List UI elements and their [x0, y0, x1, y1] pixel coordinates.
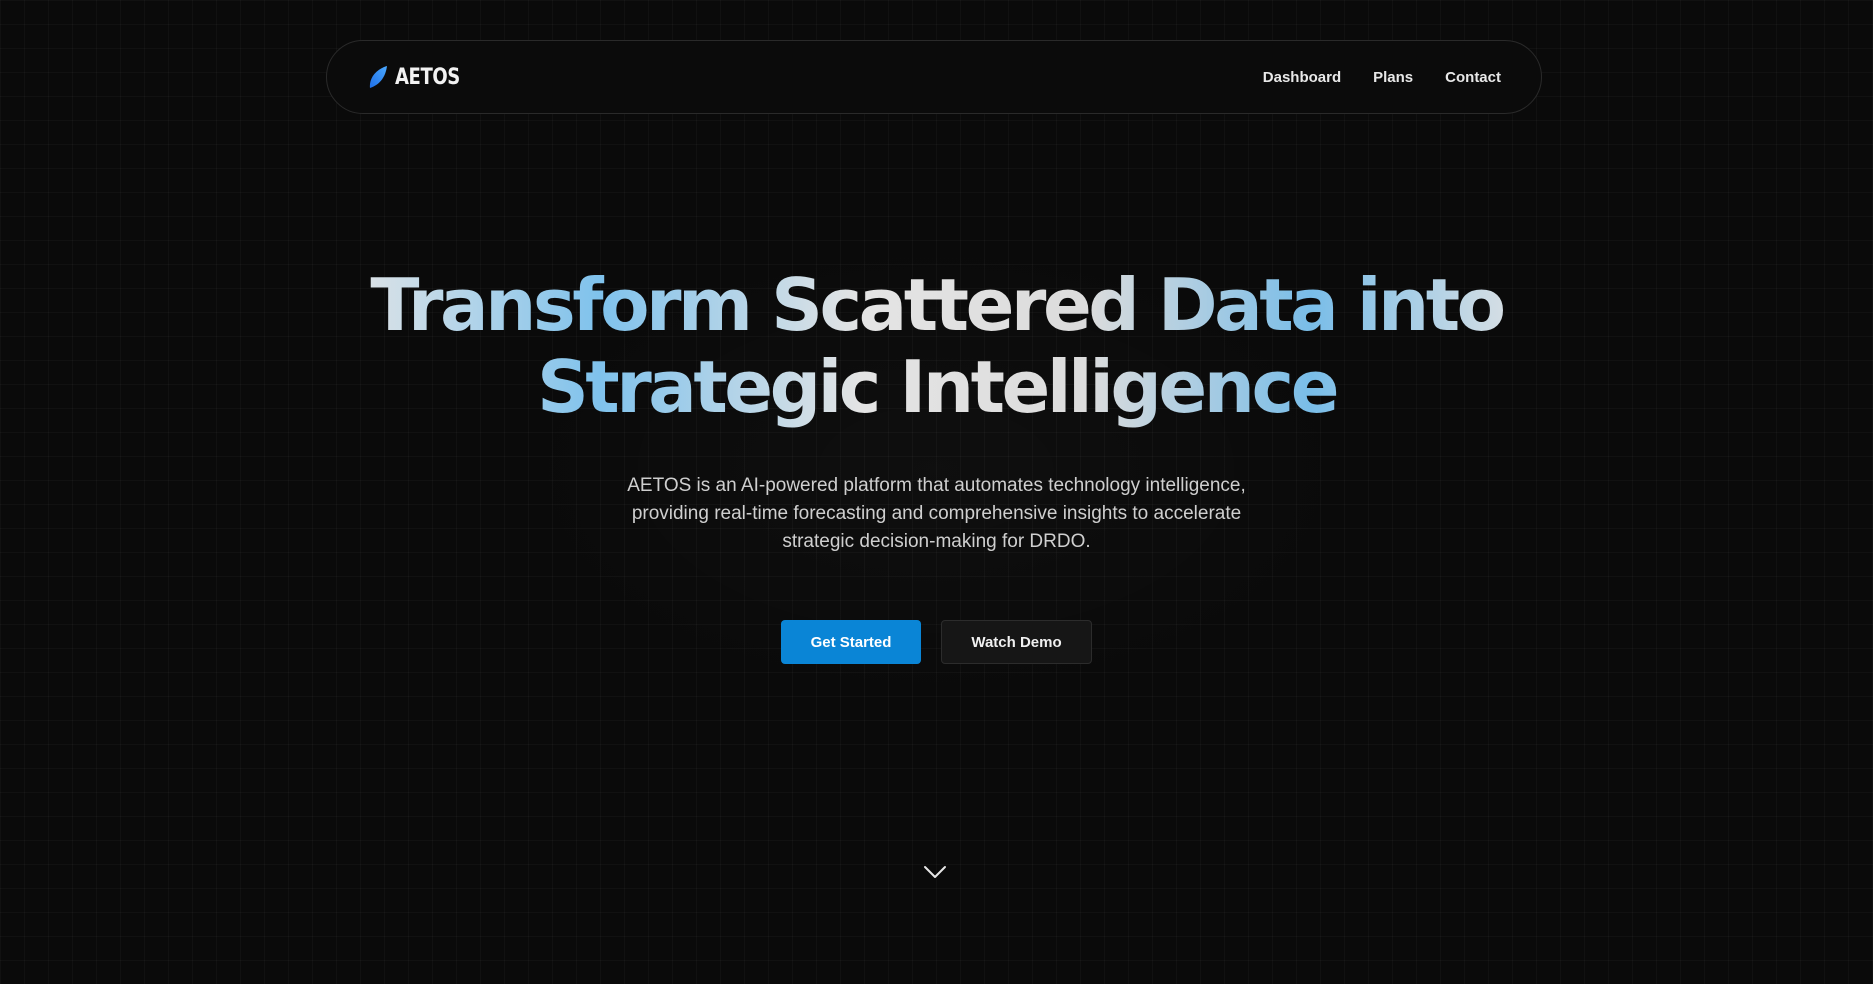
- scroll-down-button[interactable]: [922, 862, 948, 882]
- hero-title-word: Scattered: [771, 263, 1137, 347]
- watch-demo-button[interactable]: Watch Demo: [941, 620, 1092, 664]
- hero-title-line-1: Transform Scattered Data into: [0, 264, 1873, 346]
- cta-row: Get Started Watch Demo: [0, 620, 1873, 664]
- chevron-down-icon: [924, 866, 946, 878]
- hero-title-word: into: [1356, 263, 1503, 347]
- brand-name: AETOS: [395, 64, 460, 90]
- hero-subtitle: AETOS is an AI-powered platform that aut…: [627, 475, 1246, 552]
- top-navbar: AETOS Dashboard Plans Contact: [326, 40, 1542, 114]
- nav-link-plans[interactable]: Plans: [1373, 69, 1413, 86]
- landing-page: AETOS Dashboard Plans Contact Transform …: [0, 0, 1873, 984]
- get-started-button[interactable]: Get Started: [781, 620, 921, 664]
- nav-links: Dashboard Plans Contact: [1263, 69, 1501, 86]
- hero-title-word: Data: [1157, 263, 1336, 347]
- feather-logo-icon: [369, 66, 387, 88]
- hero-title: Transform Scattered Data into Strategic …: [0, 264, 1873, 428]
- brand-logo-link[interactable]: AETOS: [367, 65, 474, 90]
- nav-link-contact[interactable]: Contact: [1445, 69, 1501, 86]
- hero-title-word: Transform: [370, 263, 750, 347]
- hero-title-line-2: Strategic Intelligence: [0, 346, 1873, 428]
- hero-title-word: Strategic: [536, 345, 878, 429]
- nav-link-dashboard[interactable]: Dashboard: [1263, 69, 1341, 86]
- hero-title-word: Intelligence: [899, 345, 1337, 429]
